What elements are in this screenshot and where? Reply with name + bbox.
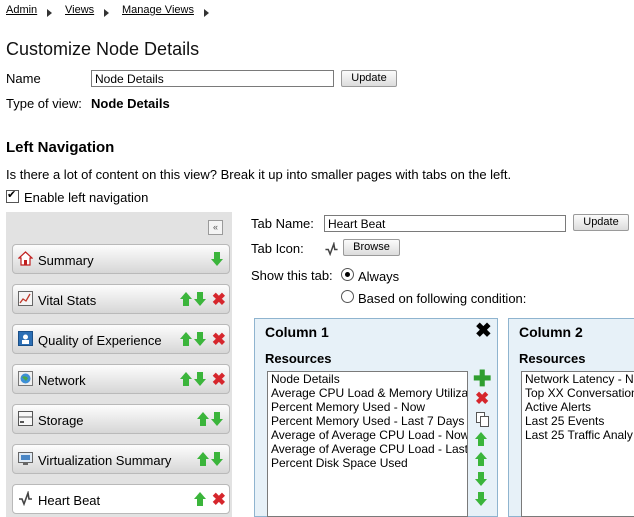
qoe-icon [18, 331, 33, 346]
type-value: Node Details [91, 96, 170, 111]
move-up-icon[interactable] [197, 412, 209, 426]
type-label: Type of view: [6, 96, 82, 111]
breadcrumb-arrow-icon [204, 9, 209, 17]
column-2-resource-list[interactable]: Network Latency - No Top XX Conversation… [521, 371, 634, 517]
list-item[interactable]: Last 25 Events [522, 414, 634, 428]
tab-name-input[interactable] [324, 215, 566, 232]
nav-item-label: Heart Beat [38, 493, 101, 508]
breadcrumb-views[interactable]: Views [65, 4, 94, 16]
move-up-icon[interactable] [180, 372, 192, 386]
copy-resource-icon[interactable] [476, 412, 489, 427]
move-up-icon[interactable] [197, 452, 209, 466]
move-up-icon[interactable] [180, 292, 192, 306]
chart-icon [18, 291, 33, 306]
home-icon [18, 251, 33, 266]
move-bottom-icon[interactable] [475, 492, 487, 506]
always-label: Always [358, 269, 400, 284]
move-up-icon[interactable] [475, 452, 487, 466]
column-title: Column 1 [265, 324, 329, 340]
list-item[interactable]: Active Alerts [522, 400, 634, 414]
view-name-input[interactable] [91, 70, 334, 87]
storage-icon [18, 411, 33, 426]
nav-item-network[interactable]: Network ✖ [12, 364, 230, 394]
delete-resource-icon[interactable]: ✖ [475, 390, 489, 407]
resources-label: Resources [265, 351, 332, 366]
nav-item-quality-of-experience[interactable]: Quality of Experience ✖ [12, 324, 230, 354]
delete-icon[interactable]: ✖ [212, 331, 226, 348]
list-item[interactable]: Percent Memory Used - Last 7 Days [268, 414, 467, 428]
list-item[interactable]: Percent Memory Used - Now [268, 400, 467, 414]
breadcrumb-arrow-icon [47, 9, 52, 17]
left-nav-heading: Left Navigation [6, 139, 115, 156]
move-down-icon[interactable] [211, 452, 223, 466]
list-item[interactable]: Network Latency - No [522, 372, 634, 386]
enable-left-nav-label: Enable left navigation [24, 190, 149, 205]
name-label: Name [6, 71, 41, 86]
delete-icon[interactable]: ✖ [212, 291, 226, 308]
condition-radio[interactable] [341, 290, 354, 303]
breadcrumb-manage-views[interactable]: Manage Views [122, 4, 194, 16]
column-1-resource-list[interactable]: Node Details Average CPU Load & Memory U… [267, 371, 468, 517]
nav-item-label: Virtualization Summary [38, 453, 172, 468]
move-up-icon[interactable] [194, 492, 206, 506]
tab-icon-label: Tab Icon: [251, 241, 304, 256]
add-resource-icon[interactable]: ✚ [473, 368, 491, 390]
nav-item-label: Summary [38, 253, 94, 268]
browse-icon-button[interactable]: Browse [343, 239, 400, 256]
move-top-icon[interactable] [475, 432, 487, 446]
list-item[interactable]: Percent Disk Space Used [268, 456, 467, 470]
nav-item-heart-beat[interactable]: Heart Beat ✖ [12, 484, 230, 514]
move-down-icon[interactable] [194, 332, 206, 346]
delete-icon[interactable]: ✖ [212, 371, 226, 388]
list-item[interactable]: Last 25 Traffic Analy [522, 428, 634, 442]
heartbeat-icon [19, 491, 32, 506]
close-column-icon[interactable]: ✖ [475, 321, 492, 341]
nav-item-storage[interactable]: Storage [12, 404, 230, 434]
enable-left-nav-checkbox[interactable] [6, 188, 19, 203]
nav-item-label: Network [38, 373, 86, 388]
move-up-icon[interactable] [180, 332, 192, 346]
nav-item-summary[interactable]: Summary [12, 244, 230, 274]
column-title: Column 2 [519, 324, 583, 340]
page-title: Customize Node Details [6, 39, 200, 59]
list-item[interactable]: Node Details [268, 372, 467, 386]
move-down-icon[interactable] [211, 412, 223, 426]
nav-item-label: Quality of Experience [38, 333, 162, 348]
delete-icon[interactable]: ✖ [212, 491, 226, 508]
show-tab-label: Show this tab: [251, 268, 333, 283]
move-down-icon[interactable] [475, 472, 487, 486]
nav-item-virtualization-summary[interactable]: Virtualization Summary [12, 444, 230, 474]
list-item[interactable]: Average of Average CPU Load - Now [268, 428, 467, 442]
heartbeat-icon [325, 242, 338, 256]
nav-item-label: Storage [38, 413, 84, 428]
condition-label: Based on following condition: [358, 291, 527, 306]
move-down-icon[interactable] [211, 252, 223, 266]
update-tab-button[interactable]: Update [573, 214, 629, 231]
list-item[interactable]: Average of Average CPU Load - Last [268, 442, 467, 456]
tab-name-label: Tab Name: [251, 216, 314, 231]
breadcrumb-admin[interactable]: Admin [6, 4, 37, 16]
list-item[interactable]: Top XX Conversation [522, 386, 634, 400]
breadcrumb-arrow-icon [104, 9, 109, 17]
nav-item-label: Vital Stats [38, 293, 97, 308]
list-item[interactable]: Average CPU Load & Memory Utiliza [268, 386, 467, 400]
column-2-panel: Column 2 Resources Network Latency - No … [508, 318, 634, 517]
always-radio[interactable] [341, 268, 354, 281]
resources-label: Resources [519, 351, 586, 366]
update-name-button[interactable]: Update [341, 70, 397, 87]
collapse-icon[interactable]: « [208, 220, 223, 235]
nav-item-vital-stats[interactable]: Vital Stats ✖ [12, 284, 230, 314]
left-nav-description: Is there a lot of content on this view? … [6, 167, 512, 182]
move-down-icon[interactable] [194, 292, 206, 306]
virtualization-icon [18, 452, 33, 465]
network-icon [18, 371, 33, 386]
move-down-icon[interactable] [194, 372, 206, 386]
column-1-panel: Column 1 ✖ Resources Node Details Averag… [254, 318, 498, 517]
